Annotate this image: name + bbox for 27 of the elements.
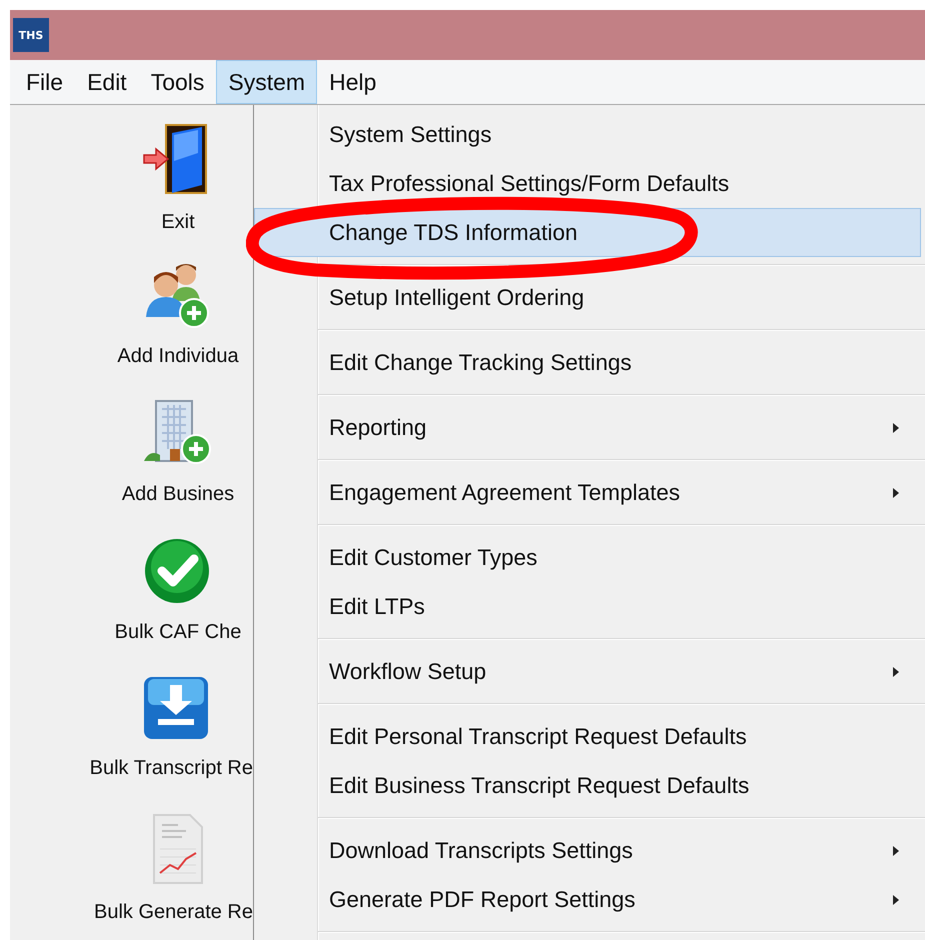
tool-label[interactable]: Add Busines <box>122 483 234 505</box>
menu-option[interactable]: Download Transcripts Settings <box>254 826 921 875</box>
tool-label[interactable]: Bulk Transcript Re <box>90 757 253 779</box>
tool-label[interactable]: Add Individua <box>117 345 239 367</box>
menu-item[interactable]: File <box>14 60 76 104</box>
menu-option[interactable]: Edit LTPs <box>254 582 921 631</box>
menu-option[interactable]: Tax Professional Settings/Form Defaults <box>254 159 921 208</box>
menu-option[interactable]: Setup Intelligent Ordering <box>254 273 921 322</box>
menu-option[interactable]: System Settings <box>254 110 921 159</box>
menu-item[interactable]: System <box>216 60 318 104</box>
menu-item[interactable]: Help <box>317 60 388 104</box>
menu-option[interactable]: Reporting <box>254 403 921 452</box>
tool-label[interactable]: Exit <box>161 211 195 233</box>
menu-option[interactable]: Generate PDF Report Settings <box>254 875 921 924</box>
menu-option[interactable]: Engagement Agreement Templates <box>254 468 921 517</box>
menu-option[interactable]: Edit Customer Types <box>254 533 921 582</box>
menu-option[interactable]: Edit Business Transcript Request Defaults <box>254 761 921 810</box>
menu-option[interactable]: Edit Change Tracking Settings <box>254 338 921 387</box>
menu-option[interactable]: Edit Personal Transcript Request Defaults <box>254 712 921 761</box>
menu-item[interactable]: Tools <box>138 60 216 104</box>
menu-item[interactable]: Edit <box>75 60 139 104</box>
menu-option[interactable]: Workflow Setup <box>254 647 921 696</box>
app-logo: THS <box>13 18 49 52</box>
tool-label[interactable]: Bulk CAF Che <box>114 621 242 643</box>
tool-label[interactable]: Bulk Generate Re <box>94 901 253 923</box>
building-add-icon[interactable] <box>142 399 212 467</box>
checkmark-icon[interactable] <box>142 537 212 605</box>
